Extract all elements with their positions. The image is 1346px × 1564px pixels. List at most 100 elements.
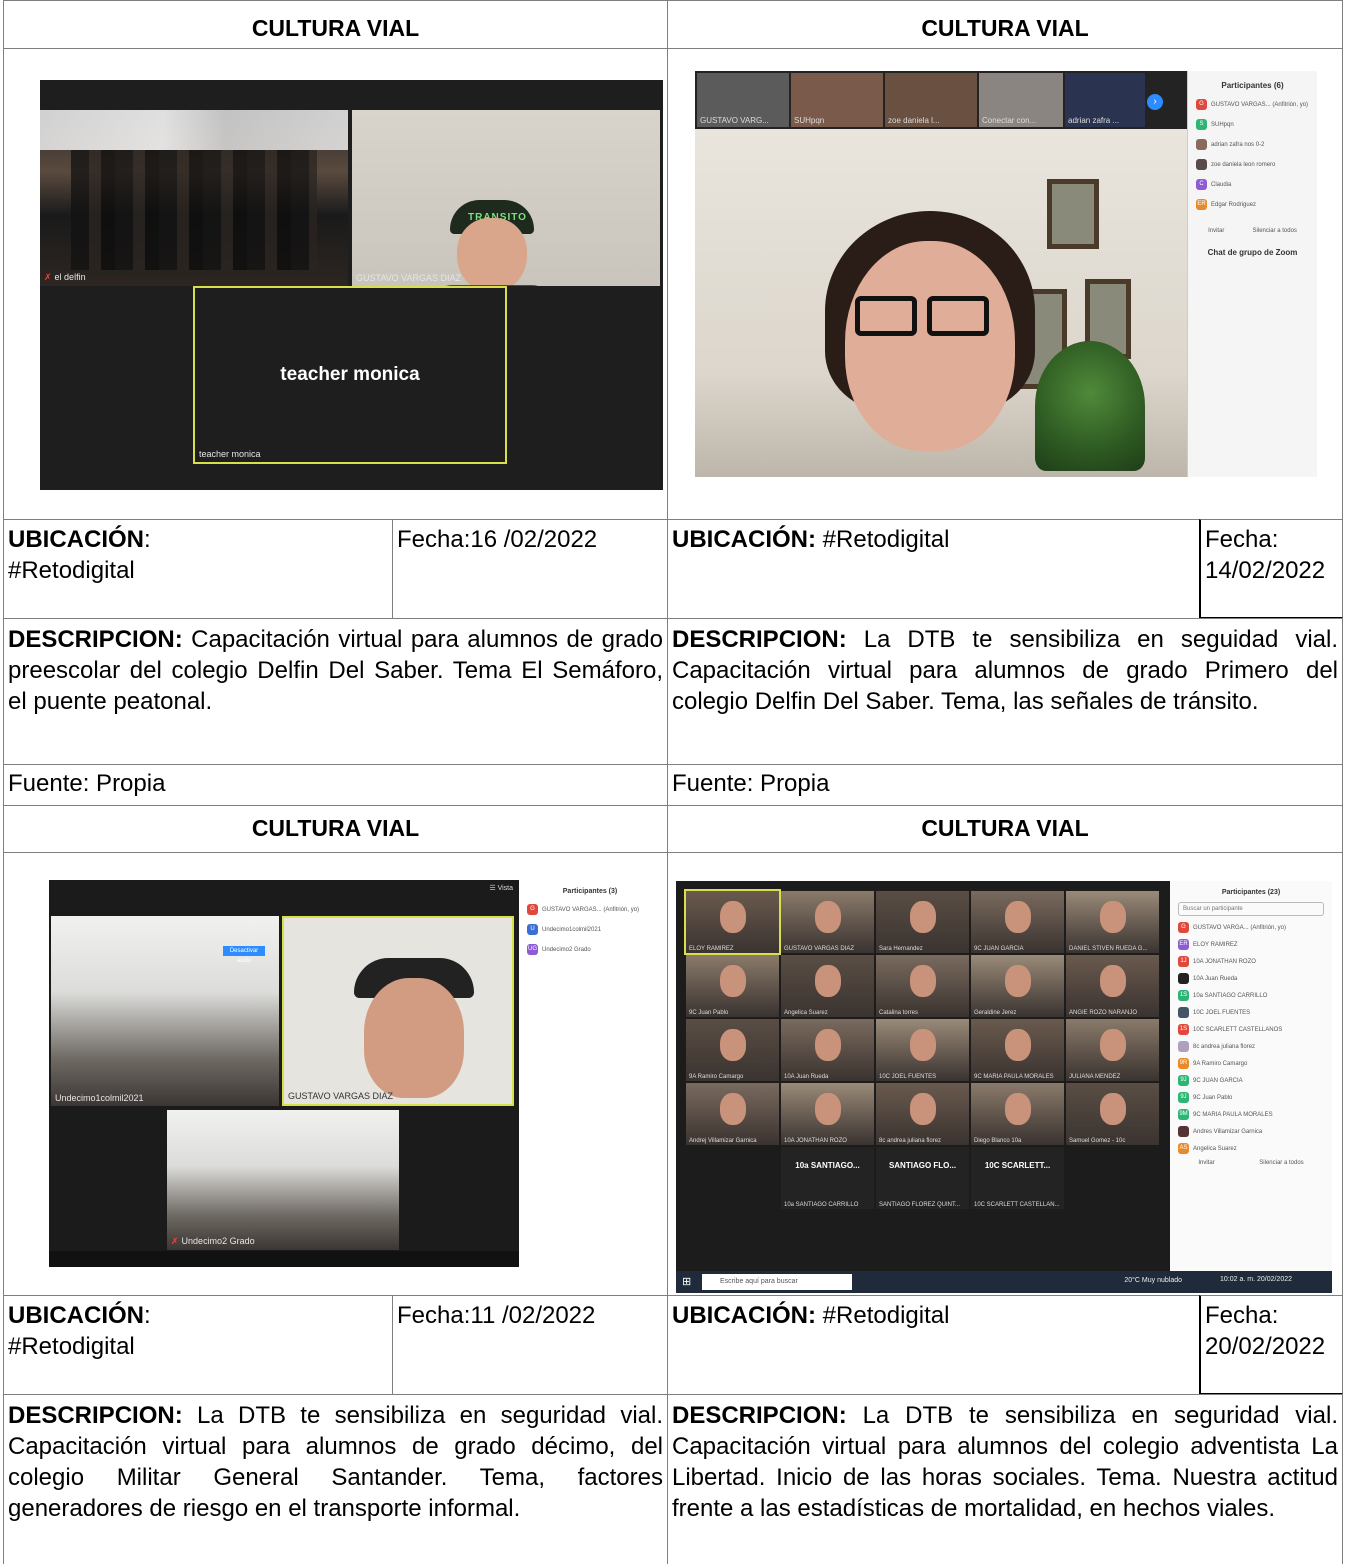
windows-taskbar: ⊞ Escribe aquí para buscar 20°C Muy nubl… (676, 1271, 1332, 1293)
tile-name: Samuel Gomez - 10c (1069, 1138, 1126, 1144)
participant-name: 8c andrea juliana florez (1193, 1043, 1256, 1050)
face (1005, 1029, 1031, 1061)
face (910, 1093, 936, 1125)
video-tile-active-speaker: GUSTAVO VARGAS DIAZ (282, 916, 514, 1106)
avatar: 9R (1178, 1058, 1189, 1069)
windows-start-icon[interactable]: ⊞ (682, 1275, 691, 1288)
participant-row[interactable]: G GUSTAVO VARGA... (Anfitrión, yo) (1178, 922, 1332, 933)
zoom-screenshot: ☰ Vista Desactivar audio Undecimo1colmil… (49, 880, 661, 1272)
chat-title: Chat de grupo de Zoom (1207, 248, 1298, 257)
participant-row[interactable]: ER Edgar Rodriguez (1196, 199, 1317, 210)
tile-title: 10C SCARLETT... (984, 1161, 1051, 1170)
participants-panel: Participantes (23) Buscar un participant… (1170, 881, 1332, 1279)
avatar: 9M (1178, 1109, 1189, 1120)
avatar: UG (527, 944, 538, 955)
avatar (1196, 139, 1207, 150)
participant-row[interactable]: C Claudia (1196, 179, 1317, 190)
face (720, 1029, 746, 1061)
avatar: AS (1178, 1143, 1189, 1154)
tile-name: Geraldine Jerez (974, 1010, 1017, 1016)
section-header: CULTURA VIAL (3, 0, 668, 49)
location-cell: UBICACIÓN: #Retodigital (3, 519, 393, 619)
participant-row[interactable]: 9J 9C Juan Pablo (1178, 1092, 1332, 1103)
face (720, 1093, 746, 1125)
video-tile: GUSTAVO VARGAS DIAZ (781, 891, 874, 953)
face (815, 1093, 841, 1125)
taskbar-search-input[interactable]: Escribe aquí para buscar (702, 1274, 852, 1290)
video-tile: Andrej Villamizar Garnica (686, 1083, 779, 1145)
tile-name: 9A Ramiro Camargo (689, 1074, 744, 1080)
video-tile: 10a SANTIAGO... 10a SANTIAGO CARRILLO (781, 1147, 874, 1209)
invite-button[interactable]: Invitar (1208, 228, 1224, 234)
participant-row[interactable]: 10C JOEL FUENTES (1178, 1007, 1332, 1018)
location-cell: UBICACIÓN: #Retodigital (667, 1295, 1200, 1395)
location-cell: UBICACIÓN: #Retodigital (667, 519, 1200, 619)
mute-all-button[interactable]: Silenciar a todos (1259, 1160, 1303, 1166)
participant-row[interactable]: UG Undecimo2 Grado (527, 944, 661, 955)
face (720, 965, 746, 997)
participant-search-input[interactable]: Buscar un participante (1178, 902, 1324, 916)
tile-title: 10a SANTIAGO... (795, 1161, 860, 1170)
participants-panel: Participantes (6) G GUSTAVO VARGAS... (An… (1187, 71, 1317, 477)
tile-name: ELOY RAMIREZ (689, 946, 734, 952)
participant-name: 10A JONATHAN ROZO (1193, 958, 1256, 965)
participant-row[interactable]: ER ELOY RAMIREZ (1178, 939, 1332, 950)
tile-name: Sara Hernandez (879, 946, 923, 952)
participant-row[interactable]: 1S 10C SCARLETT CASTELLANOS (1178, 1024, 1332, 1035)
avatar: 9J (1178, 1092, 1189, 1103)
face (1100, 901, 1126, 933)
participant-row[interactable]: S SUHpqn (1196, 119, 1317, 130)
participant-name: GUSTAVO VARGA... (Anfitrión, yo) (1193, 924, 1287, 931)
deactivate-audio-button[interactable]: Desactivar audio (223, 946, 265, 964)
participant-name: Andres Villamizar Garnica (1193, 1128, 1263, 1135)
tile-name: 10C JOEL FUENTES (879, 1074, 937, 1080)
participant-name: 9C Juan Pablo (1193, 1094, 1233, 1101)
participant-row[interactable]: 9J 9C JUAN GARCIA (1178, 1075, 1332, 1086)
participant-row[interactable]: 1J 10A JONATHAN ROZO (1178, 956, 1332, 967)
tile-name: Diego Blanco 10a (974, 1138, 1022, 1144)
tile-name: DANIEL STIVEN RUEDA G... (1069, 946, 1148, 952)
face (1005, 1093, 1031, 1125)
date-cell: Fecha:11 /02/2022 (392, 1295, 668, 1395)
tile-name: 9C Juan Pablo (689, 1010, 729, 1016)
participant-row[interactable]: Andres Villamizar Garnica (1178, 1126, 1332, 1137)
date-cell: Fecha:16 /02/2022 (392, 519, 668, 619)
muted-mic-icon: ✗ (171, 1236, 179, 1246)
participant-row[interactable]: G GUSTAVO VARGAS... (Anfitrión, yo) (527, 904, 661, 915)
view-button[interactable]: ☰ Vista (489, 884, 513, 892)
muted-mic-icon: ✗ (44, 272, 52, 282)
image-cell: GUSTAVO VARG... SUHpqn zoe daniela l... … (667, 48, 1343, 520)
participant-row[interactable]: 9M 9C MARIA PAULA MORALES (1178, 1109, 1332, 1120)
invite-button[interactable]: Invitar (1198, 1160, 1214, 1166)
avatar: G (1178, 922, 1189, 933)
video-tile-active-speaker: teacher monica teacher monica (193, 286, 507, 464)
participant-row[interactable]: G GUSTAVO VARGAS... (Anfitrión, yo) (1196, 99, 1317, 110)
participant-row[interactable]: AS Angelica Suarez (1178, 1143, 1332, 1154)
avatar: 1S (1178, 1024, 1189, 1035)
mute-all-button[interactable]: Silenciar a todos (1253, 228, 1297, 234)
tile-name: 10A JONATHAN ROZO (784, 1138, 847, 1144)
avatar: ER (1196, 199, 1207, 210)
participant-name: 10C SCARLETT CASTELLANOS (1193, 1026, 1283, 1033)
date-cell: Fecha: 20/02/2022 (1199, 1295, 1343, 1395)
participant-row[interactable]: zoe daniela leon romero (1196, 159, 1317, 170)
zoom-screenshot: GUSTAVO VARG... SUHpqn zoe daniela l... … (695, 71, 1317, 477)
video-tile: Sara Hernandez (876, 891, 969, 953)
location-cell: UBICACIÓN: #Retodigital (3, 1295, 393, 1395)
video-tile: 9A Ramiro Camargo (686, 1019, 779, 1081)
video-tile: ✗ Undecimo2 Grado (167, 1110, 399, 1250)
face (1005, 901, 1031, 933)
tile-title: SANTIAGO FLO... (888, 1161, 957, 1170)
face (1005, 965, 1031, 997)
participant-name: 10A Juan Rueda (1193, 975, 1238, 982)
video-tile: Samuel Gomez - 10c (1066, 1083, 1159, 1145)
participant-row[interactable]: 9R 9A Ramiro Camargo (1178, 1058, 1332, 1069)
next-page-icon[interactable]: › (1147, 94, 1163, 110)
participant-row[interactable]: U Undecimo1colmil2021 (527, 924, 661, 935)
participant-row[interactable]: 8c andrea juliana florez (1178, 1041, 1332, 1052)
participant-row[interactable]: 10A Juan Rueda (1178, 973, 1332, 984)
participant-name: 10C JOEL FUENTES (1193, 1009, 1251, 1016)
participant-row[interactable]: adrian zafra nos 0-2 (1196, 139, 1317, 150)
face (720, 901, 746, 933)
participant-row[interactable]: 1S 10a SANTIAGO CARRILLO (1178, 990, 1332, 1001)
